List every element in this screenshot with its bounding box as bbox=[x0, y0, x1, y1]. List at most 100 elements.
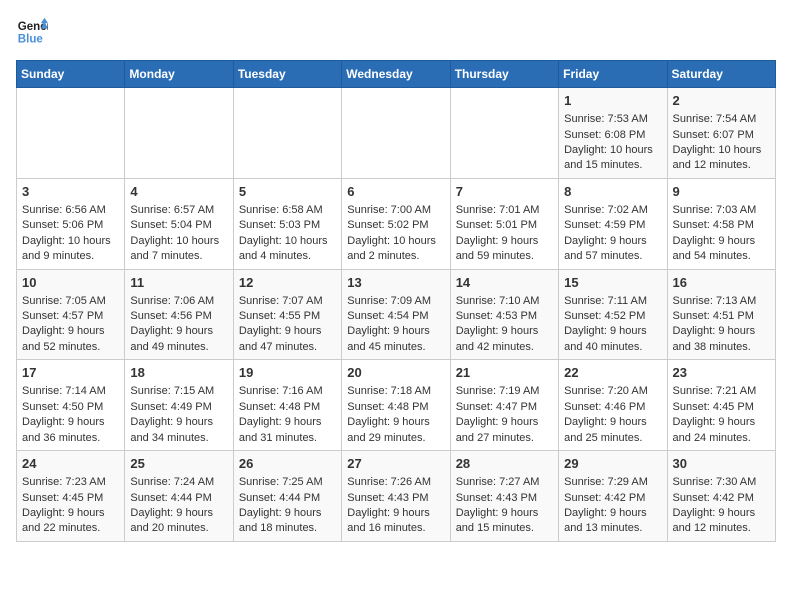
day-info: Daylight: 10 hours and 12 minutes. bbox=[673, 143, 770, 174]
day-info: Sunrise: 7:16 AM bbox=[239, 384, 336, 399]
calendar-cell: 24Sunrise: 7:23 AMSunset: 4:45 PMDayligh… bbox=[17, 451, 125, 542]
calendar-cell bbox=[125, 88, 233, 179]
day-info: Daylight: 9 hours and 59 minutes. bbox=[456, 234, 553, 265]
calendar-cell: 28Sunrise: 7:27 AMSunset: 4:43 PMDayligh… bbox=[450, 451, 558, 542]
calendar-cell: 14 Sunrise: 7:10 AMSunset: 4:53 PMDayligh… bbox=[450, 269, 558, 360]
day-info: Sunset: 4:49 PM bbox=[130, 400, 227, 415]
day-info: Daylight: 9 hours and 12 minutes. bbox=[673, 506, 770, 537]
calendar-cell: 8Sunrise: 7:02 AMSunset: 4:59 PMDaylight… bbox=[559, 178, 667, 269]
day-info: Daylight: 9 hours and 29 minutes. bbox=[347, 415, 444, 446]
calendar-cell: 7Sunrise: 7:01 AMSunset: 5:01 PMDaylight… bbox=[450, 178, 558, 269]
day-info: Daylight: 9 hours and 52 minutes. bbox=[22, 324, 119, 355]
calendar-cell: 11Sunrise: 7:06 AMSunset: 4:56 PMDayligh… bbox=[125, 269, 233, 360]
calendar-cell: 27Sunrise: 7:26 AMSunset: 4:43 PMDayligh… bbox=[342, 451, 450, 542]
calendar-cell: 12Sunrise: 7:07 AMSunset: 4:55 PMDayligh… bbox=[233, 269, 341, 360]
day-header: Wednesday bbox=[342, 61, 450, 88]
day-number: 13 bbox=[347, 274, 444, 292]
day-info: Daylight: 9 hours and 18 minutes. bbox=[239, 506, 336, 537]
day-info: Sunrise: 7:25 AM bbox=[239, 475, 336, 490]
calendar-cell: 1Sunrise: 7:53 AMSunset: 6:08 PMDaylight… bbox=[559, 88, 667, 179]
day-info: Sunrise: 7:02 AM bbox=[564, 203, 661, 218]
day-info: Sunrise: 7:27 AM bbox=[456, 475, 553, 490]
day-info: Sunset: 4:44 PM bbox=[239, 491, 336, 506]
day-info: Sunset: 4:46 PM bbox=[564, 400, 661, 415]
day-number: 14 bbox=[456, 274, 553, 292]
day-info: Sunset: 4:52 PM bbox=[564, 309, 661, 324]
calendar-week-row: 1Sunrise: 7:53 AMSunset: 6:08 PMDaylight… bbox=[17, 88, 776, 179]
day-info: Sunset: 4:48 PM bbox=[347, 400, 444, 415]
day-info: Sunset: 4:50 PM bbox=[22, 400, 119, 415]
day-number: 19 bbox=[239, 364, 336, 382]
day-info: Sunset: 4:42 PM bbox=[564, 491, 661, 506]
day-info: Sunset: 5:01 PM bbox=[456, 218, 553, 233]
logo: General Blue bbox=[16, 16, 48, 48]
calendar-cell: 30Sunrise: 7:30 AMSunset: 4:42 PMDayligh… bbox=[667, 451, 775, 542]
day-info: Sunset: 4:56 PM bbox=[130, 309, 227, 324]
day-info: Daylight: 9 hours and 16 minutes. bbox=[347, 506, 444, 537]
day-info: Sunset: 5:04 PM bbox=[130, 218, 227, 233]
day-number: 15 bbox=[564, 274, 661, 292]
day-info: Sunset: 6:08 PM bbox=[564, 128, 661, 143]
day-number: 30 bbox=[673, 455, 770, 473]
day-number: 21 bbox=[456, 364, 553, 382]
calendar-cell: 5Sunrise: 6:58 AMSunset: 5:03 PMDaylight… bbox=[233, 178, 341, 269]
calendar-cell: 15Sunrise: 7:11 AMSunset: 4:52 PMDayligh… bbox=[559, 269, 667, 360]
day-info: Daylight: 9 hours and 31 minutes. bbox=[239, 415, 336, 446]
calendar-week-row: 24Sunrise: 7:23 AMSunset: 4:45 PMDayligh… bbox=[17, 451, 776, 542]
day-info: Daylight: 9 hours and 34 minutes. bbox=[130, 415, 227, 446]
day-number: 9 bbox=[673, 183, 770, 201]
calendar-cell: 13 Sunrise: 7:09 AMSunset: 4:54 PMDayligh… bbox=[342, 269, 450, 360]
calendar-cell: 9Sunrise: 7:03 AMSunset: 4:58 PMDaylight… bbox=[667, 178, 775, 269]
calendar-body: 1Sunrise: 7:53 AMSunset: 6:08 PMDaylight… bbox=[17, 88, 776, 542]
day-info: Sunrise: 7:13 AM bbox=[673, 294, 770, 309]
day-info: Sunset: 4:59 PM bbox=[564, 218, 661, 233]
calendar-cell bbox=[233, 88, 341, 179]
day-number: 2 bbox=[673, 92, 770, 110]
day-info: Daylight: 9 hours and 45 minutes. bbox=[347, 324, 444, 355]
day-info: Sunrise: 7:01 AM bbox=[456, 203, 553, 218]
day-number: 8 bbox=[564, 183, 661, 201]
day-info: Sunrise: 7:29 AM bbox=[564, 475, 661, 490]
calendar-cell: 21Sunrise: 7:19 AMSunset: 4:47 PMDayligh… bbox=[450, 360, 558, 451]
day-info: Sunset: 4:58 PM bbox=[673, 218, 770, 233]
day-info: Sunrise: 7:07 AM bbox=[239, 294, 336, 309]
day-info: Sunrise: 6:57 AM bbox=[130, 203, 227, 218]
calendar-cell: 17Sunrise: 7:14 AMSunset: 4:50 PMDayligh… bbox=[17, 360, 125, 451]
day-info: Sunrise: 7:09 AM bbox=[347, 294, 444, 309]
day-info: Sunrise: 7:30 AM bbox=[673, 475, 770, 490]
day-info: Daylight: 9 hours and 20 minutes. bbox=[130, 506, 227, 537]
calendar-cell: 2Sunrise: 7:54 AMSunset: 6:07 PMDaylight… bbox=[667, 88, 775, 179]
day-header: Saturday bbox=[667, 61, 775, 88]
day-info: Sunrise: 7:00 AM bbox=[347, 203, 444, 218]
page-header: General Blue bbox=[16, 16, 776, 48]
calendar-week-row: 10Sunrise: 7:05 AMSunset: 4:57 PMDayligh… bbox=[17, 269, 776, 360]
calendar-cell: 10Sunrise: 7:05 AMSunset: 4:57 PMDayligh… bbox=[17, 269, 125, 360]
day-info: Sunset: 5:03 PM bbox=[239, 218, 336, 233]
day-number: 1 bbox=[564, 92, 661, 110]
calendar-cell: 18Sunrise: 7:15 AMSunset: 4:49 PMDayligh… bbox=[125, 360, 233, 451]
day-info: Daylight: 9 hours and 13 minutes. bbox=[564, 506, 661, 537]
day-number: 4 bbox=[130, 183, 227, 201]
calendar-header-row: SundayMondayTuesdayWednesdayThursdayFrid… bbox=[17, 61, 776, 88]
day-info: Sunrise: 7:54 AM bbox=[673, 112, 770, 127]
calendar-cell: 4Sunrise: 6:57 AMSunset: 5:04 PMDaylight… bbox=[125, 178, 233, 269]
day-number: 5 bbox=[239, 183, 336, 201]
logo-icon: General Blue bbox=[16, 16, 48, 48]
day-info: Sunrise: 6:56 AM bbox=[22, 203, 119, 218]
day-info: Sunrise: 6:58 AM bbox=[239, 203, 336, 218]
calendar-cell: 3Sunrise: 6:56 AMSunset: 5:06 PMDaylight… bbox=[17, 178, 125, 269]
day-info: Daylight: 9 hours and 27 minutes. bbox=[456, 415, 553, 446]
day-info: Sunset: 4:53 PM bbox=[456, 309, 553, 324]
day-info: Daylight: 9 hours and 42 minutes. bbox=[456, 324, 553, 355]
calendar-cell bbox=[342, 88, 450, 179]
day-number: 18 bbox=[130, 364, 227, 382]
day-number: 16 bbox=[673, 274, 770, 292]
day-info: Daylight: 9 hours and 22 minutes. bbox=[22, 506, 119, 537]
day-info: Sunset: 4:47 PM bbox=[456, 400, 553, 415]
day-number: 10 bbox=[22, 274, 119, 292]
day-info: Sunrise: 7:10 AM bbox=[456, 294, 553, 309]
calendar-cell: 29Sunrise: 7:29 AMSunset: 4:42 PMDayligh… bbox=[559, 451, 667, 542]
calendar-cell: 20Sunrise: 7:18 AMSunset: 4:48 PMDayligh… bbox=[342, 360, 450, 451]
day-info: Sunset: 4:54 PM bbox=[347, 309, 444, 324]
calendar-week-row: 17Sunrise: 7:14 AMSunset: 4:50 PMDayligh… bbox=[17, 360, 776, 451]
